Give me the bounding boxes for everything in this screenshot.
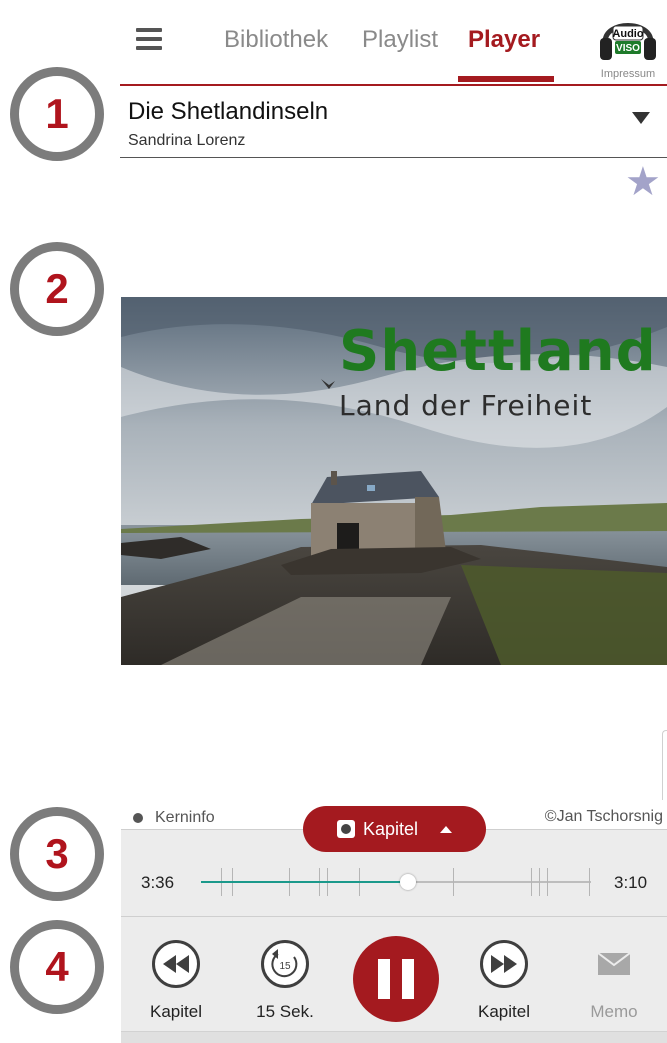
- progress-fill: [201, 881, 408, 883]
- chapter-chip-label: Kapitel: [362, 818, 419, 839]
- top-navigation: Bibliothek Playlist Player Audio VISO Im…: [120, 0, 667, 86]
- copyright-text: ©Jan Tschorsnig: [544, 808, 663, 825]
- callout-number: 3: [45, 830, 69, 877]
- cover-subtitle: Land der Freiheit: [339, 389, 593, 422]
- memo-label: Memo: [590, 1002, 638, 1021]
- chapter-marker: [547, 868, 548, 896]
- rewind-icon: [152, 940, 200, 988]
- track-selector[interactable]: Die Shetlandinseln Sandrina Lorenz: [120, 88, 667, 158]
- favorite-star-icon[interactable]: ★: [625, 162, 661, 202]
- audioviso-logo[interactable]: Audio VISO: [597, 6, 659, 68]
- progress-slider[interactable]: [201, 868, 591, 896]
- elapsed-time: 3:36: [141, 873, 175, 892]
- callout-3: 3: [10, 807, 104, 901]
- chapter-selector-button[interactable]: Kapitel: [303, 806, 486, 852]
- impressum-link[interactable]: Impressum: [592, 68, 664, 80]
- rewind-15-icon: 15: [261, 940, 309, 988]
- track-author: Sandrina Lorenz: [128, 132, 246, 149]
- tab-bibliothek[interactable]: Bibliothek: [224, 26, 328, 54]
- chapter-marker: [531, 868, 532, 896]
- chapter-marker: [453, 868, 454, 896]
- chapter-marker: [589, 868, 590, 896]
- callout-number: 1: [45, 90, 69, 137]
- menu-icon[interactable]: [136, 28, 162, 50]
- cover-title: Shettland: [339, 319, 657, 384]
- pause-button[interactable]: [353, 936, 439, 1022]
- pause-icon: [378, 959, 390, 999]
- track-title: Die Shetlandinseln: [128, 98, 329, 125]
- progress-thumb[interactable]: [399, 874, 416, 890]
- app-root: 1 2 3 4 Bibliothek Playlist Player Audio…: [0, 0, 667, 1043]
- memo-button[interactable]: Memo: [583, 940, 645, 1022]
- pause-icon: [402, 959, 414, 999]
- logo-text-audio: Audio: [612, 28, 643, 40]
- mail-icon: [583, 940, 645, 988]
- divider: [121, 916, 667, 917]
- fast-forward-icon: [480, 940, 528, 988]
- rewind-15-badge: 15: [279, 961, 291, 972]
- callout-4: 4: [10, 920, 104, 1014]
- chapter-marker: [539, 868, 540, 896]
- dot-icon: [133, 813, 143, 823]
- next-chapter-label: Kapitel: [478, 1002, 530, 1021]
- tab-playlist[interactable]: Playlist: [362, 26, 438, 54]
- active-tab-indicator: [458, 76, 554, 82]
- prev-chapter-label: Kapitel: [150, 1002, 202, 1021]
- callout-1: 1: [10, 67, 104, 161]
- chevron-up-icon: [440, 825, 453, 833]
- kerninfo-toggle[interactable]: Kerninfo: [133, 809, 215, 827]
- prev-chapter-button[interactable]: Kapitel: [145, 940, 207, 1022]
- rewind-15-button[interactable]: 15 15 Sek.: [249, 940, 321, 1022]
- cover-image: Shettland Land der Freiheit: [121, 297, 667, 665]
- callout-number: 2: [45, 265, 69, 312]
- tab-player[interactable]: Player: [468, 26, 540, 54]
- rewind-15-label: 15 Sek.: [256, 1002, 314, 1021]
- player-controls: Kerninfo ©Jan Tschorsnig Kapitel 3:36 3:…: [121, 800, 667, 1043]
- callout-2: 2: [10, 242, 104, 336]
- kerninfo-label: Kerninfo: [155, 809, 215, 826]
- chapter-icon: [336, 820, 355, 838]
- next-chapter-button[interactable]: Kapitel: [473, 940, 535, 1022]
- chevron-down-icon[interactable]: [632, 112, 650, 124]
- remaining-time: 3:10: [614, 873, 648, 892]
- bottom-strip: [121, 1031, 667, 1043]
- callout-number: 4: [45, 943, 69, 990]
- logo-text-viso: VISO: [616, 43, 640, 54]
